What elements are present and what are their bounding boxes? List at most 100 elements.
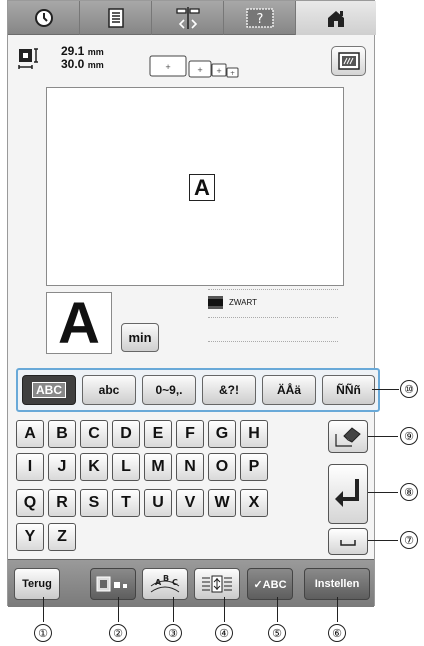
size-icon [18, 46, 44, 77]
tab-mirror[interactable] [152, 1, 224, 35]
key-m[interactable]: M [144, 453, 172, 481]
category-symbols[interactable]: &?! [202, 375, 256, 405]
key-u[interactable]: U [144, 489, 172, 517]
frame-icon [337, 52, 360, 70]
spacing-icon [202, 575, 232, 593]
callout-6: ⑥ [328, 624, 346, 642]
eraser-icon [335, 426, 361, 447]
category-uppercase[interactable]: ABC [22, 375, 76, 405]
back-button[interactable]: Terug [14, 568, 60, 600]
minimum-size-button[interactable]: min [121, 323, 159, 352]
callout-line [224, 597, 225, 622]
bottom-toolbar: Terug ABC ✓ABC Instellen [8, 559, 374, 607]
category-accented[interactable]: ÄÅä [262, 375, 316, 405]
category-numbers[interactable]: 0~9,. [142, 375, 196, 405]
top-tab-bar: ? [8, 1, 376, 35]
letter-size-button[interactable] [90, 568, 136, 600]
letter-size-selector[interactable]: + + + + [148, 52, 254, 82]
key-w[interactable]: W [208, 489, 236, 517]
size-change-icon [96, 576, 127, 592]
callout-3: ③ [164, 624, 182, 642]
thread-spool-icon [208, 296, 223, 309]
svg-text:+: + [216, 67, 222, 75]
key-n[interactable]: N [176, 453, 204, 481]
size-readout: 29.1 mm 30.0 mm [61, 45, 104, 71]
character-category-bar: ABC abc 0~9,. &?! ÄÅä ÑÑñ [16, 368, 380, 412]
tab-document[interactable] [80, 1, 152, 35]
callout-2: ② [109, 624, 127, 642]
category-special[interactable]: ÑÑñ [322, 375, 375, 405]
svg-text:+: + [230, 70, 235, 77]
tab-home[interactable] [296, 1, 376, 35]
key-c[interactable]: C [80, 420, 108, 448]
callout-9: ⑨ [400, 427, 418, 445]
divider [208, 341, 338, 342]
key-g[interactable]: G [208, 420, 236, 448]
width-readout: 30.0 mm [61, 57, 104, 71]
callout-line [368, 540, 398, 541]
svg-text:+: + [197, 66, 203, 74]
canvas-letter[interactable]: A [189, 174, 215, 201]
delete-button[interactable] [328, 420, 368, 453]
key-p[interactable]: P [240, 453, 268, 481]
callout-line [372, 389, 399, 390]
callout-1: ① [34, 624, 52, 642]
spacing-button[interactable] [194, 568, 240, 600]
letter-preview: A [46, 292, 112, 355]
key-k[interactable]: K [80, 453, 108, 481]
space-icon [340, 539, 356, 546]
key-l[interactable]: L [112, 453, 140, 481]
home-icon [328, 11, 344, 27]
callout-10: ⑩ [400, 380, 418, 398]
thread-color-row: ZWART [208, 296, 257, 309]
key-z[interactable]: Z [48, 523, 76, 551]
tab-help[interactable]: ? [224, 1, 296, 35]
enter-button[interactable] [328, 464, 368, 524]
tab-clock[interactable] [8, 1, 80, 35]
array-button[interactable]: ABC [142, 568, 188, 600]
space-button[interactable] [328, 528, 368, 555]
key-q[interactable]: Q [16, 489, 44, 517]
key-o[interactable]: O [208, 453, 236, 481]
key-r[interactable]: R [48, 489, 76, 517]
callout-line [173, 597, 174, 622]
clock-icon [34, 9, 53, 27]
divider [208, 317, 338, 318]
key-a[interactable]: A [16, 420, 44, 448]
svg-text:?: ? [256, 12, 263, 27]
key-j[interactable]: J [48, 453, 76, 481]
key-b[interactable]: B [48, 420, 76, 448]
key-i[interactable]: I [16, 453, 44, 481]
embroidery-canvas[interactable]: A [46, 87, 344, 286]
callout-line [43, 597, 44, 622]
callout-line [277, 597, 278, 622]
mirror-icon [175, 7, 200, 29]
divider [208, 289, 338, 290]
arc-text-icon: ABC [150, 574, 180, 593]
key-t[interactable]: T [112, 489, 140, 517]
embroidery-frame-button[interactable] [331, 46, 366, 76]
svg-text:+: + [165, 63, 171, 71]
thread-color-name: ZWART [229, 298, 257, 307]
key-f[interactable]: F [176, 420, 204, 448]
check-text-button[interactable]: ✓ABC [247, 568, 293, 600]
key-s[interactable]: S [80, 489, 108, 517]
key-v[interactable]: V [176, 489, 204, 517]
enter-icon [335, 479, 359, 507]
category-lowercase[interactable]: abc [82, 375, 136, 405]
key-y[interactable]: Y [16, 523, 44, 551]
callout-line [118, 597, 119, 622]
help-icon: ? [245, 8, 274, 28]
callout-line [368, 436, 398, 437]
sewing-machine-screen: ? 29.1 mm 30.0 mm + + + + A A min ZWART … [7, 0, 380, 607]
callout-5: ⑤ [268, 624, 286, 642]
callout-7: ⑦ [400, 531, 418, 549]
callout-line [368, 492, 398, 493]
callout-line [337, 597, 338, 622]
key-d[interactable]: D [112, 420, 140, 448]
key-h[interactable]: H [240, 420, 268, 448]
set-button[interactable]: Instellen [304, 568, 370, 600]
key-e[interactable]: E [144, 420, 172, 448]
callout-4: ④ [215, 624, 233, 642]
key-x[interactable]: X [240, 489, 268, 517]
